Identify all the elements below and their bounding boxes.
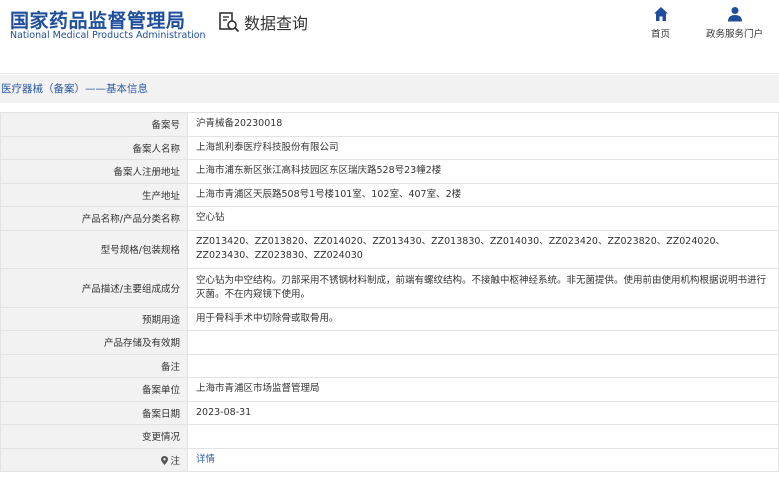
table-row: 产品描述/主要组成成分 空心钻为中空结构。刃部采用不锈钢材料制成，前端有螺纹结构… <box>0 267 779 308</box>
row-label: 产品名称/产品分类名称 <box>0 206 188 231</box>
row-label: 备案日期 <box>0 400 188 425</box>
row-label: 备案号 <box>0 112 188 137</box>
table-row: 备案单位 上海市青浦区市场监督管理局 <box>0 377 779 402</box>
row-value: 沪青械备20230018 <box>187 112 779 137</box>
row-label: 备案人注册地址 <box>0 159 188 184</box>
table-row: 生产地址 上海市青浦区天辰路508号1号楼101室、102室、407室、2楼 <box>0 182 779 207</box>
note-row-label: 注 <box>0 447 188 472</box>
nav-service-portal-label: 政务服务门户 <box>706 29 764 40</box>
site-logo-en[interactable]: National Medical Products Administration <box>10 30 206 41</box>
table-row: 备案号 沪青械备20230018 <box>0 112 779 137</box>
nav-home[interactable]: 首页 <box>651 6 670 40</box>
data-query-label: 数据查询 <box>244 14 309 33</box>
row-value: 详情 <box>187 447 779 472</box>
table-row: 备案人注册地址 上海市浦东新区张江高科技园区东区瑞庆路528号23幢2楼 <box>0 159 779 184</box>
row-value: 上海市青浦区天辰路508号1号楼101室、102室、407室、2楼 <box>187 182 779 207</box>
row-value: 2023-08-31 <box>187 400 779 425</box>
row-value: ZZ013420、ZZ013820、ZZ014020、ZZ013430、ZZ01… <box>187 229 779 269</box>
row-value <box>187 424 779 449</box>
row-label: 产品存储及有效期 <box>0 330 188 355</box>
nav-home-label: 首页 <box>651 29 671 40</box>
details-link[interactable]: 详情 <box>196 454 215 465</box>
row-label: 变更情况 <box>0 424 188 449</box>
row-value <box>187 353 779 378</box>
table-row: 注 详情 <box>0 447 779 472</box>
data-query-link[interactable]: 数据查询 <box>218 10 308 34</box>
row-label: 产品描述/主要组成成分 <box>0 267 188 308</box>
table-row: 备注 <box>0 353 779 378</box>
table-row: 备案人名称 上海凯利泰医疗科技股份有限公司 <box>0 135 779 160</box>
row-value: 空心钻为中空结构。刃部采用不锈钢材料制成，前端有螺纹结构。不接触中枢神经系统。非… <box>187 267 779 308</box>
record-table: 备案号 沪青械备20230018 备案人名称 上海凯利泰医疗科技股份有限公司 备… <box>0 112 779 472</box>
row-value: 上海市青浦区市场监督管理局 <box>187 377 779 402</box>
row-label: 备注 <box>0 353 188 378</box>
note-label-text: 注 <box>170 455 180 467</box>
nav-service-portal[interactable]: 政务服务门户 <box>706 6 763 40</box>
table-row: 备案日期 2023-08-31 <box>0 400 779 425</box>
row-value: 上海凯利泰医疗科技股份有限公司 <box>187 135 779 160</box>
site-header: 国家药品监督管理局 National Medical Products Admi… <box>0 0 779 74</box>
home-icon <box>653 7 668 21</box>
row-value: 空心钻 <box>187 206 779 231</box>
row-label: 型号规格/包装规格 <box>0 229 188 269</box>
table-row: 预期用途 用于骨科手术中切除骨或取骨用。 <box>0 306 779 331</box>
site-logo-cn[interactable]: 国家药品监督管理局 <box>10 6 186 33</box>
row-value <box>187 330 779 355</box>
user-icon <box>727 7 742 22</box>
location-pin-icon <box>161 455 169 465</box>
table-row: 产品存储及有效期 <box>0 330 779 355</box>
search-document-icon <box>219 12 240 33</box>
row-value: 上海市浦东新区张江高科技园区东区瑞庆路528号23幢2楼 <box>187 159 779 184</box>
table-row: 产品名称/产品分类名称 空心钻 <box>0 206 779 231</box>
row-label: 备案单位 <box>0 377 188 402</box>
row-label: 生产地址 <box>0 182 188 207</box>
table-row: 型号规格/包装规格 ZZ013420、ZZ013820、ZZ014020、ZZ0… <box>0 229 779 269</box>
section-title: 医疗器械（备案）——基本信息 <box>0 75 779 103</box>
row-value: 用于骨科手术中切除骨或取骨用。 <box>187 306 779 331</box>
table-row: 变更情况 <box>0 424 779 449</box>
row-label: 预期用途 <box>0 306 188 331</box>
row-label: 备案人名称 <box>0 135 188 160</box>
